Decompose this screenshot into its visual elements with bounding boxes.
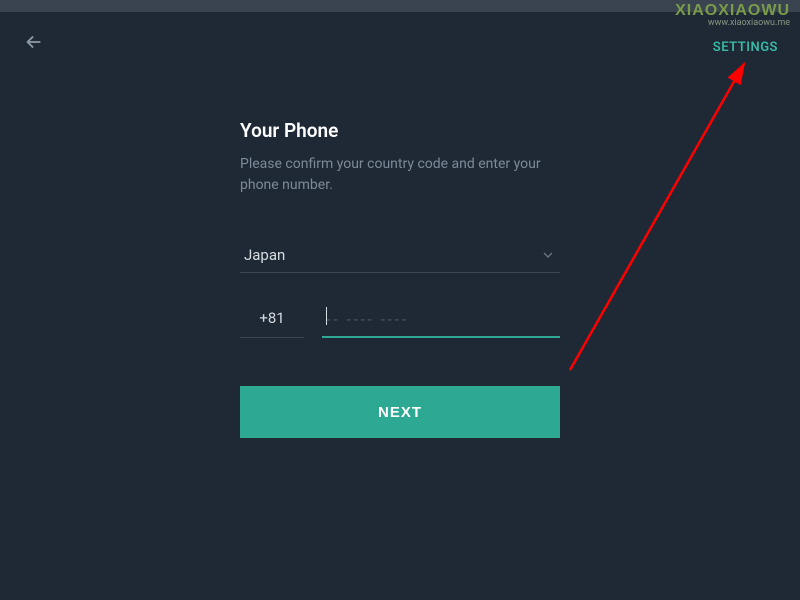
page-subtitle: Please confirm your country code and ent… (240, 154, 560, 196)
top-strip (0, 0, 800, 12)
header: SETTINGS (0, 12, 800, 71)
phone-number-input[interactable] (326, 311, 556, 328)
phone-form: Your Phone Please confirm your country c… (240, 119, 560, 438)
country-selected-label: Japan (244, 246, 285, 264)
phone-row: +81 (240, 301, 560, 338)
phone-input-wrap (322, 301, 560, 338)
country-select[interactable]: Japan (240, 238, 560, 273)
back-arrow-button[interactable] (22, 30, 46, 54)
page-title: Your Phone (240, 119, 560, 142)
country-code-input[interactable]: +81 (240, 301, 304, 338)
text-cursor (326, 307, 327, 325)
chevron-down-icon (540, 247, 556, 263)
next-button[interactable]: NEXT (240, 386, 560, 438)
arrow-left-icon (23, 31, 45, 53)
settings-link[interactable]: SETTINGS (713, 40, 778, 55)
